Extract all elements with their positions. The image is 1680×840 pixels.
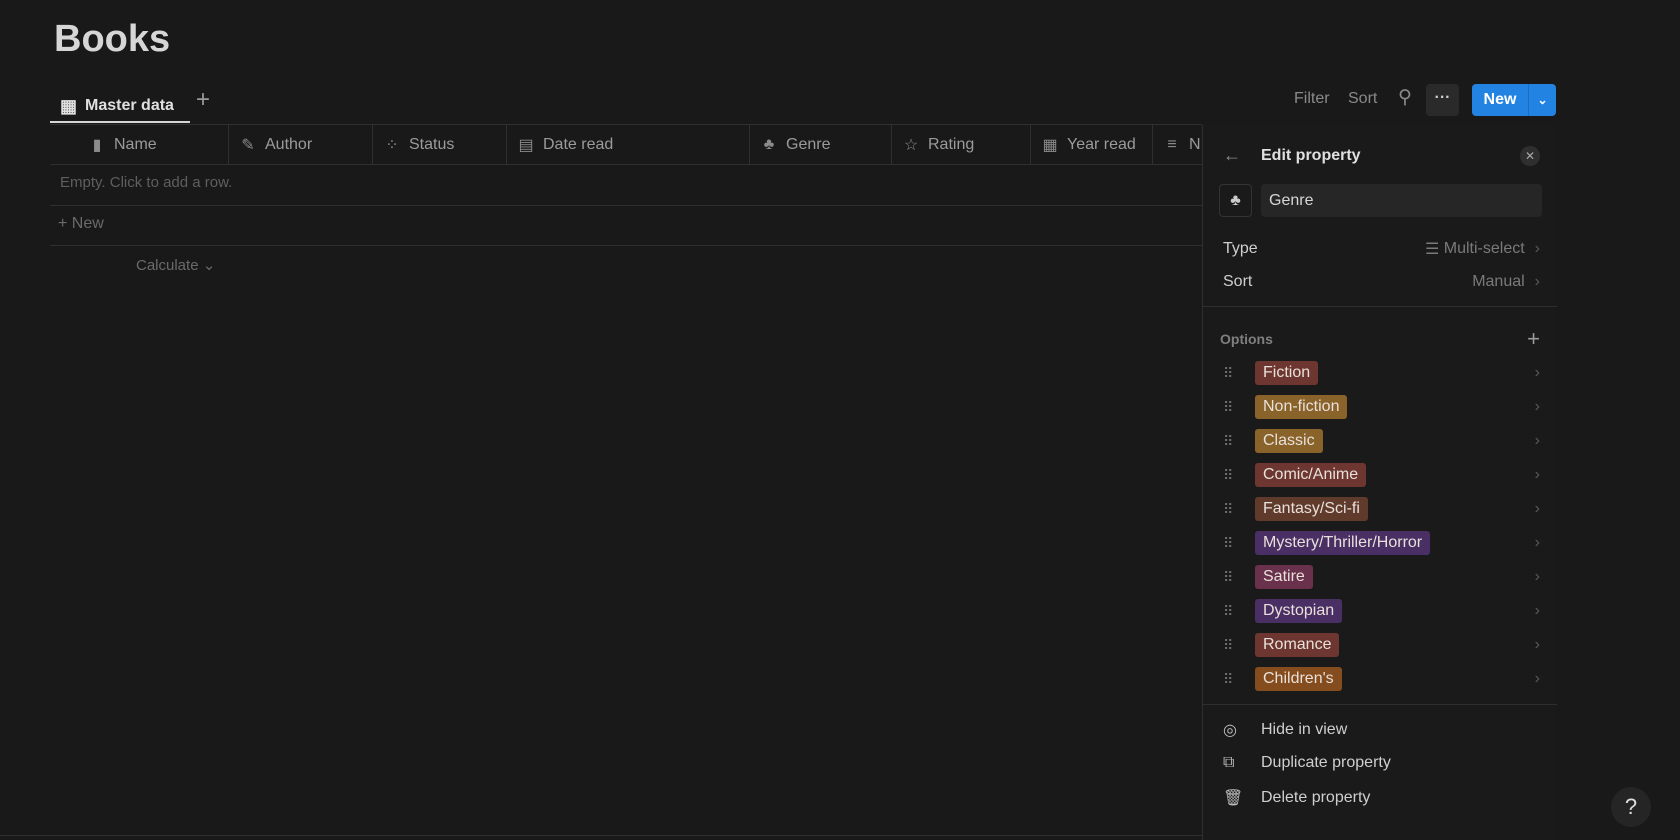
options-label: Options (1220, 331, 1273, 347)
panel-title: Edit property (1261, 146, 1361, 164)
option-tag: Fantasy/Sci-fi (1255, 497, 1368, 521)
plus-icon: + (58, 215, 72, 232)
option-tag: Classic (1255, 429, 1323, 453)
back-arrow-icon[interactable]: ← (1223, 145, 1261, 166)
chevron-right-icon: › (1534, 240, 1540, 257)
chevron-right-icon[interactable]: › (1535, 568, 1540, 586)
chevron-right-icon[interactable]: › (1535, 500, 1540, 518)
option-tag: Satire (1255, 565, 1313, 589)
tab-master-data[interactable]: ▦ Master data (50, 88, 184, 124)
sort-row[interactable]: Sort Manual › (1223, 273, 1540, 291)
sort-button[interactable]: Sort (1348, 90, 1377, 108)
option-tag: Romance (1255, 633, 1340, 657)
text-lines-icon: ≡ (1167, 135, 1177, 153)
empty-table-message[interactable]: Empty. Click to add a row. (60, 174, 232, 191)
option-item[interactable]: ⠿ Satire › (1223, 565, 1540, 589)
chevron-right-icon: › (1534, 273, 1540, 290)
calculate-button[interactable]: Calculate ⌄ (136, 256, 215, 274)
drag-handle-icon[interactable]: ⠿ (1223, 535, 1255, 552)
chevron-right-icon[interactable]: › (1535, 534, 1540, 552)
column-header-genre[interactable]: ♣ Genre (750, 125, 892, 164)
option-item[interactable]: ⠿ Children's › (1223, 667, 1540, 691)
delete-property-button[interactable]: 🗑 Delete property (1223, 788, 1540, 808)
new-button-label[interactable]: New (1472, 84, 1528, 116)
active-tab-indicator (50, 121, 190, 123)
option-item[interactable]: ⠿ Dystopian › (1223, 599, 1540, 623)
chevron-right-icon[interactable]: › (1535, 466, 1540, 484)
column-header-status[interactable]: ⁘ Status (373, 125, 507, 164)
column-header-author[interactable]: ✎ Author (229, 125, 373, 164)
drag-handle-icon[interactable]: ⠿ (1223, 671, 1255, 688)
chevron-right-icon[interactable]: › (1535, 636, 1540, 654)
column-header-date-read[interactable]: ▤ Date read (507, 125, 750, 164)
calendar-grid-icon: ▦ (1042, 136, 1058, 154)
star-icon: ☆ (903, 136, 919, 154)
more-options-button[interactable]: ··· (1426, 84, 1459, 116)
tab-label: Master data (85, 97, 174, 114)
duplicate-icon: ⧉ (1223, 754, 1235, 771)
edit-property-panel: ← Edit property ✕ ♣ Genre Type ☰ Multi-s… (1202, 125, 1557, 840)
option-item[interactable]: ⠿ Comic/Anime › (1223, 463, 1540, 487)
new-button[interactable]: New ⌄ (1472, 84, 1556, 116)
drag-handle-icon[interactable]: ⠿ (1223, 501, 1255, 518)
chevron-down-icon[interactable]: ⌄ (1528, 84, 1556, 116)
option-tag: Non-fiction (1255, 395, 1348, 419)
option-item[interactable]: ⠿ Romance › (1223, 633, 1540, 657)
option-tag: Fiction (1255, 361, 1319, 385)
drag-handle-icon[interactable]: ⠿ (1223, 637, 1255, 654)
option-tag: Dystopian (1255, 599, 1343, 623)
chevron-right-icon[interactable]: › (1535, 364, 1540, 382)
duplicate-property-button[interactable]: ⧉ Duplicate property (1223, 754, 1540, 772)
column-header-rating[interactable]: ☆ Rating (892, 125, 1031, 164)
brush-icon: ✎ (241, 136, 255, 154)
column-header-name[interactable]: ▮ Name (50, 125, 229, 164)
option-item[interactable]: ⠿ Mystery/Thriller/Horror › (1223, 531, 1540, 555)
chevron-right-icon[interactable]: › (1535, 602, 1540, 620)
option-item[interactable]: ⠿ Classic › (1223, 429, 1540, 453)
option-tag: Children's (1255, 667, 1342, 691)
option-tag: Mystery/Thriller/Horror (1255, 531, 1431, 555)
table-icon: ▦ (60, 95, 78, 116)
chevron-down-icon: ⌄ (202, 257, 216, 274)
filter-button[interactable]: Filter (1294, 90, 1330, 108)
property-icon-picker[interactable]: ♣ (1219, 184, 1252, 217)
shapes-icon: ♣ (763, 135, 775, 153)
option-item[interactable]: ⠿ Fantasy/Sci-fi › (1223, 497, 1540, 521)
add-view-button[interactable]: + (196, 86, 210, 114)
status-icon: ⁘ (385, 136, 399, 154)
eye-off-icon: ◎ (1223, 722, 1237, 739)
column-header-year-read[interactable]: ▦ Year read (1031, 125, 1153, 164)
drag-handle-icon[interactable]: ⠿ (1223, 399, 1255, 416)
book-icon: ▮ (92, 136, 102, 154)
help-button[interactable]: ? (1611, 787, 1651, 827)
drag-handle-icon[interactable]: ⠿ (1223, 603, 1255, 620)
add-option-button[interactable]: + (1527, 326, 1540, 352)
option-item[interactable]: ⠿ Fiction › (1223, 361, 1540, 385)
drag-handle-icon[interactable]: ⠿ (1223, 433, 1255, 450)
chevron-right-icon[interactable]: › (1535, 670, 1540, 688)
hide-in-view-button[interactable]: ◎ Hide in view (1223, 720, 1540, 740)
chevron-right-icon[interactable]: › (1535, 398, 1540, 416)
column-header-notes[interactable]: ≡ N (1153, 125, 1202, 164)
calendar-icon: ▤ (518, 136, 534, 154)
list-icon: ☰ (1424, 241, 1444, 258)
page-title: Books (54, 18, 171, 60)
search-icon[interactable]: ⚲ (1398, 86, 1412, 109)
option-tag: Comic/Anime (1255, 463, 1367, 487)
drag-handle-icon[interactable]: ⠿ (1223, 365, 1255, 382)
type-row[interactable]: Type ☰ Multi-select › (1223, 239, 1540, 259)
drag-handle-icon[interactable]: ⠿ (1223, 467, 1255, 484)
trash-icon: 🗑 (1223, 790, 1244, 807)
close-icon[interactable]: ✕ (1520, 145, 1540, 166)
drag-handle-icon[interactable]: ⠿ (1223, 569, 1255, 586)
option-item[interactable]: ⠿ Non-fiction › (1223, 395, 1540, 419)
property-name-input[interactable]: Genre (1261, 184, 1542, 217)
add-row-button[interactable]: + New (58, 215, 104, 233)
chevron-right-icon[interactable]: › (1535, 432, 1540, 450)
